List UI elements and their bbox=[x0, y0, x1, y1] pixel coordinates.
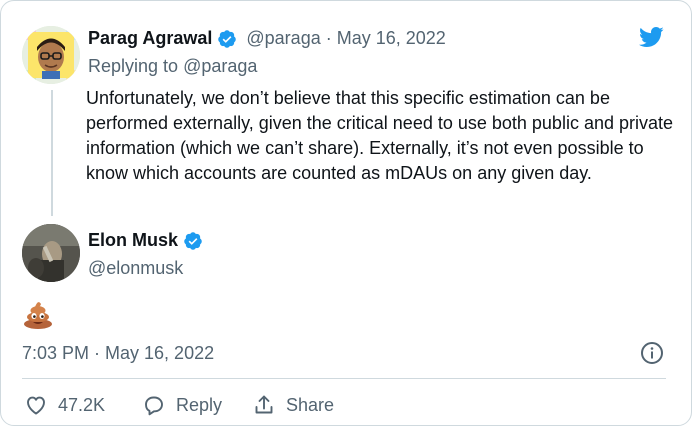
share-label: Share bbox=[286, 394, 335, 415]
reply-author-name[interactable]: Parag Agrawal bbox=[88, 28, 212, 49]
replying-to-line: Replying to @paraga bbox=[88, 56, 257, 77]
share-button[interactable]: Share bbox=[252, 392, 334, 418]
twitter-bird-icon[interactable] bbox=[636, 24, 666, 50]
avatar-illustration bbox=[22, 26, 80, 84]
avatar-elon-musk[interactable] bbox=[22, 224, 80, 282]
reply-tweet-text: Unfortunately, we don’t believe that thi… bbox=[86, 88, 674, 183]
like-count: 47.2K bbox=[58, 394, 106, 415]
actions-divider bbox=[22, 378, 666, 379]
heart-icon bbox=[27, 396, 45, 415]
verified-badge-icon bbox=[218, 29, 237, 48]
verified-badge-icon bbox=[184, 231, 202, 250]
reply-date[interactable]: May 16, 2022 bbox=[337, 28, 446, 49]
main-tweet-author: Elon Musk bbox=[88, 230, 203, 251]
tweet-timestamp[interactable]: 7:03 PM · May 16, 2022 bbox=[22, 343, 214, 364]
reply-author-handle[interactable]: @paraga bbox=[246, 28, 320, 49]
main-author-name[interactable]: Elon Musk bbox=[88, 230, 178, 251]
header-separator: · bbox=[325, 28, 332, 48]
avatar-parag-agrawal[interactable] bbox=[22, 26, 80, 84]
like-button[interactable]: 47.2K bbox=[24, 392, 105, 418]
main-author-handle[interactable]: @elonmusk bbox=[88, 258, 183, 279]
pile-of-poo-emoji bbox=[24, 302, 52, 329]
reply-button[interactable]: Reply bbox=[142, 392, 222, 418]
info-icon[interactable] bbox=[640, 341, 664, 365]
reply-tweet-header: Parag Agrawal @paraga · May 16, 2022 bbox=[88, 28, 446, 49]
thread-connector-line bbox=[51, 90, 53, 216]
replying-to-handle[interactable]: @paraga bbox=[183, 56, 257, 76]
share-icon bbox=[255, 395, 273, 414]
replying-to-prefix: Replying to bbox=[88, 56, 179, 76]
reply-label: Reply bbox=[176, 394, 223, 415]
reply-bubble-icon bbox=[145, 396, 163, 416]
avatar-photo bbox=[22, 224, 80, 282]
